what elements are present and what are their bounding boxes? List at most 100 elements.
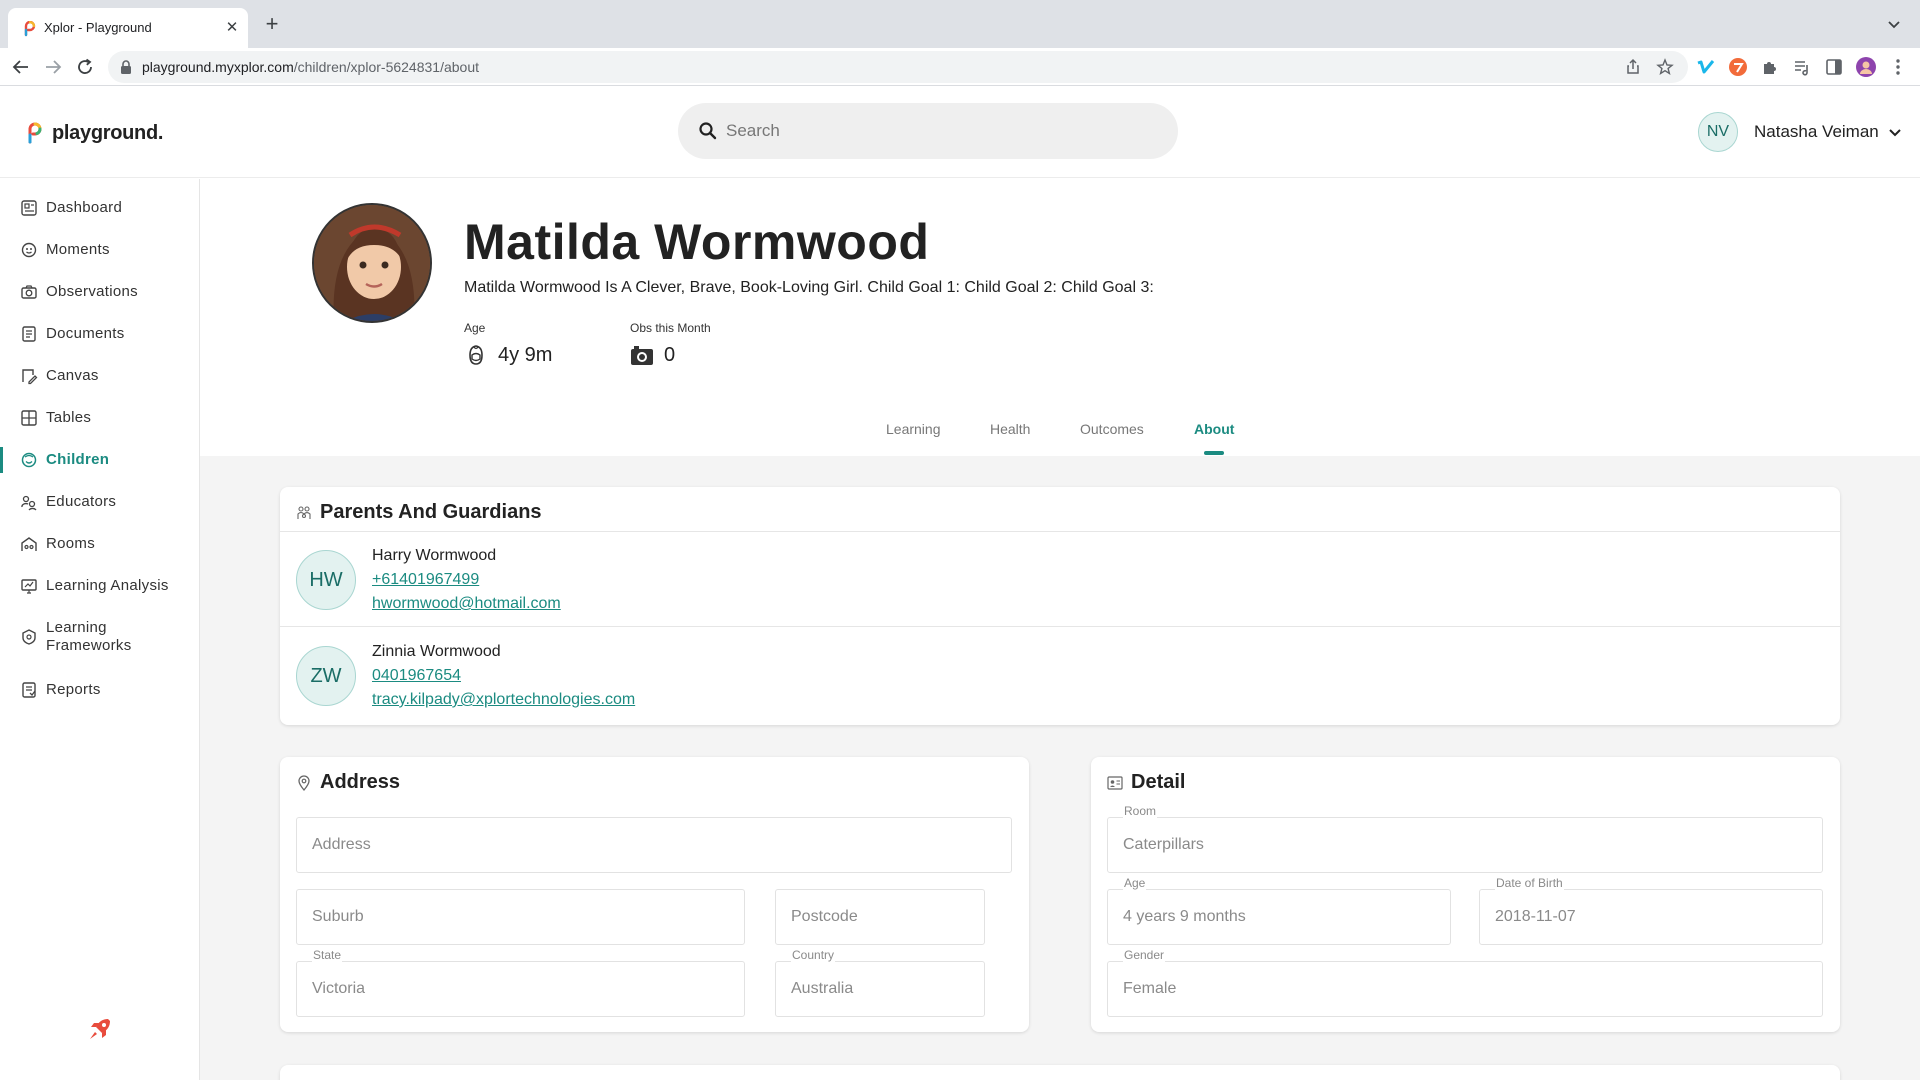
puzzle-extensions-icon[interactable] (1760, 57, 1780, 77)
obs-value: 0 (664, 343, 676, 366)
share-icon[interactable] (1624, 58, 1642, 76)
child-description: Matilda Wormwood Is A Clever, Brave, Boo… (464, 279, 1154, 296)
tab-health[interactable]: Health (990, 421, 1030, 437)
profile-avatar-icon[interactable] (1856, 57, 1876, 77)
id-card-icon (1107, 775, 1123, 790)
guardian-row: ZW Zinnia Wormwood 0401967654 tracy.kilp… (280, 628, 1840, 724)
forward-arrow-icon[interactable] (42, 56, 64, 78)
sidebar-item-label: Children (46, 451, 110, 468)
new-tab-icon[interactable]: + (260, 12, 284, 36)
age-value: 4y 9m (498, 343, 553, 366)
canvas-icon (22, 369, 38, 385)
baby-icon (469, 345, 483, 365)
xplor-logo-icon (28, 122, 42, 144)
lock-icon[interactable] (120, 60, 132, 74)
guardian-email-link[interactable]: tracy.kilpady@xplortechnologies.com (372, 691, 635, 709)
address-card: Address Address Suburb Postcode State Vi… (280, 757, 1029, 1032)
tab-learning[interactable]: Learning (886, 421, 941, 437)
more-menu-icon[interactable] (1888, 57, 1908, 77)
url-text[interactable]: playground.myxplor.com/children/xplor-56… (142, 59, 479, 75)
country-field[interactable]: Country Australia (775, 948, 985, 1017)
gender-label: Gender (1123, 948, 1166, 962)
age-field[interactable]: Age 4 years 9 months (1107, 876, 1451, 945)
gender-field[interactable]: Gender Female (1107, 948, 1823, 1017)
guardian-email-link[interactable]: hwormwood@hotmail.com (372, 595, 561, 613)
chevron-down-icon[interactable] (1884, 14, 1904, 34)
moments-icon (21, 242, 37, 258)
gender-value: Female (1123, 980, 1177, 997)
sidebar-item-label: Moments (46, 241, 110, 258)
card-header: Address (296, 771, 400, 794)
child-name: Matilda Wormwood (464, 214, 930, 270)
table-icon (21, 410, 37, 426)
age-stat: Age 4y 9m (464, 321, 552, 367)
camera-icon (631, 346, 653, 365)
app-header: playground. NV Natasha Veiman (0, 86, 1920, 178)
orange-extension-icon[interactable] (1728, 57, 1748, 77)
guardian-phone-link[interactable]: +61401967499 (372, 571, 479, 589)
search-icon (699, 122, 717, 140)
country-label: Country (791, 948, 836, 962)
user-menu[interactable]: NV Natasha Veiman (1698, 112, 1903, 152)
postcode-field[interactable]: Postcode (775, 889, 985, 945)
sidebar-item-label: Reports (46, 681, 101, 698)
search-input[interactable] (726, 113, 1156, 149)
guardian-phone-link[interactable]: 0401967654 (372, 667, 461, 685)
parents-guardians-card: Parents And Guardians HW Harry Wormwood … (280, 487, 1840, 725)
room-field[interactable]: Room Caterpillars (1107, 804, 1823, 873)
dob-value: 2018-11-07 (1495, 908, 1576, 925)
user-name[interactable]: Natasha Veiman (1754, 122, 1879, 142)
dob-label: Date of Birth (1495, 876, 1564, 890)
frameworks-icon (22, 629, 36, 645)
guardian-avatar: HW (296, 550, 356, 610)
suburb-field[interactable]: Suburb (296, 889, 745, 945)
reports-icon (22, 682, 36, 698)
card-title: Detail (1131, 771, 1186, 793)
chevron-down-icon[interactable] (1887, 124, 1903, 140)
url-path: /children/xplor-5624831/about (293, 59, 479, 75)
user-avatar[interactable]: NV (1698, 112, 1738, 152)
next-card (280, 1065, 1840, 1080)
back-arrow-icon[interactable] (10, 56, 32, 78)
sidebar-item-label: Observations (46, 283, 138, 300)
card-header: Detail (1107, 771, 1185, 794)
sidebar: Dashboard Moments Observations Documents… (0, 179, 200, 1080)
rocket-icon[interactable] (86, 1015, 114, 1043)
card-header: Parents And Guardians (296, 501, 542, 524)
playground-logo[interactable]: playground. (26, 119, 163, 147)
address-bar[interactable]: playground.myxplor.com/children/xplor-56… (108, 51, 1688, 83)
browser-toolbar: playground.myxplor.com/children/xplor-56… (0, 48, 1920, 86)
reload-icon[interactable] (74, 56, 96, 78)
postcode-placeholder: Postcode (791, 908, 858, 925)
browser-tab[interactable]: Xplor - Playground ✕ (8, 8, 248, 48)
vimeo-extension-icon[interactable] (1696, 57, 1716, 77)
browser-tab-title: Xplor - Playground (44, 20, 152, 35)
active-tab-indicator (1204, 451, 1224, 455)
age-label: Age (464, 321, 486, 335)
state-value: Victoria (312, 980, 366, 997)
age-label: Age (1123, 876, 1147, 890)
search-box[interactable] (678, 103, 1178, 159)
dob-field[interactable]: Date of Birth 2018-11-07 (1479, 876, 1823, 945)
sidebar-item-label: Learning Analysis (46, 577, 169, 594)
profile-tabs: Learning Health Outcomes About (200, 411, 1920, 456)
address-field[interactable]: Address (296, 817, 1012, 873)
tab-about[interactable]: About (1194, 421, 1234, 437)
side-panel-icon[interactable] (1824, 57, 1844, 77)
logo-text: playground. (52, 121, 164, 144)
tab-outcomes[interactable]: Outcomes (1080, 421, 1144, 437)
state-field[interactable]: State Victoria (296, 948, 745, 1017)
dashboard-icon (21, 200, 37, 216)
bookmark-star-icon[interactable] (1656, 58, 1674, 76)
sidebar-item-label: Educators (46, 493, 117, 510)
reading-list-icon[interactable] (1792, 57, 1812, 77)
location-pin-icon (298, 774, 310, 791)
url-host: playground.myxplor.com (142, 59, 294, 75)
sidebar-item-label: Tables (46, 409, 92, 426)
close-tab-icon[interactable]: ✕ (222, 18, 242, 38)
guardian-avatar: ZW (296, 646, 356, 706)
child-photo (312, 203, 432, 323)
browser-tabstrip: Xplor - Playground ✕ + (0, 0, 1920, 48)
educators-icon (21, 495, 37, 511)
card-title: Parents And Guardians (320, 501, 542, 523)
